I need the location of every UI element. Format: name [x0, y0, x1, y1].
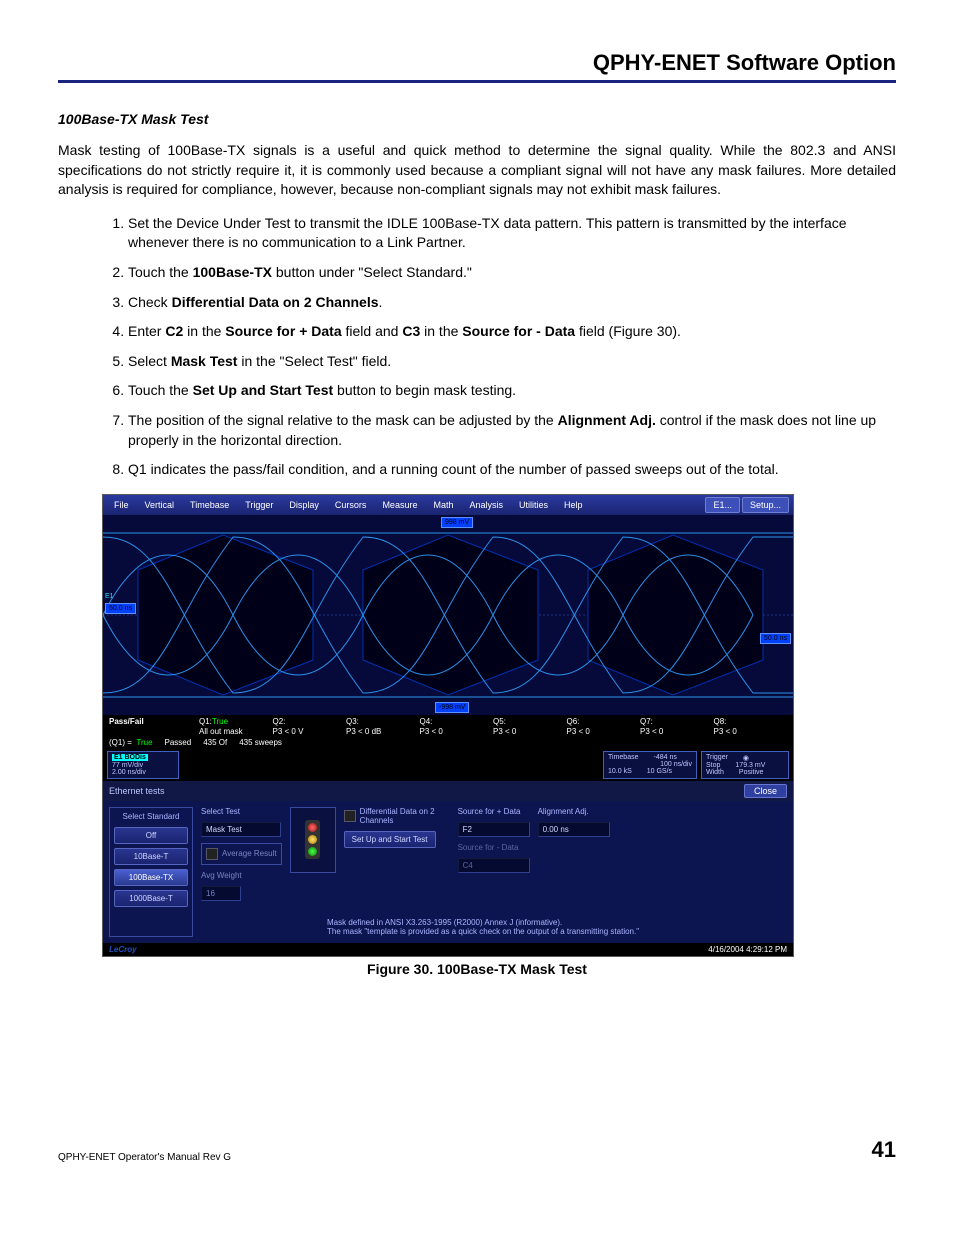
panel-title: Ethernet tests	[109, 786, 165, 796]
standard-off-button[interactable]: Off	[114, 827, 188, 844]
traffic-yellow-icon	[308, 835, 317, 844]
step-1: Set the Device Under Test to transmit th…	[128, 214, 896, 253]
menu-measure[interactable]: Measure	[375, 498, 424, 512]
avg-weight-label: Avg Weight	[201, 871, 282, 880]
scope-menubar: File Vertical Timebase Trigger Display C…	[103, 495, 793, 515]
menu-timebase[interactable]: Timebase	[183, 498, 236, 512]
avg-weight-field[interactable]: 16	[201, 886, 241, 901]
select-test-column: Select Test Mask Test Average Result Avg…	[201, 807, 282, 937]
select-standard-label: Select Standard	[114, 812, 188, 821]
diff-data-label: Differential Data on 2 Channels	[360, 807, 450, 825]
passfail-grid: Pass/Fail Q1:True Q2: Q3: Q4: Q5: Q6: Q7…	[103, 715, 793, 738]
traffic-light	[290, 807, 336, 873]
q1-summary-row: (Q1) = True Passed 435 Of 435 sweeps	[103, 738, 793, 749]
page-number: 41	[872, 1137, 896, 1163]
ethernet-panel-header: Ethernet tests Close	[103, 781, 793, 801]
checkbox-icon	[206, 848, 218, 860]
source-plus-field[interactable]: F2	[458, 822, 530, 837]
select-test-field[interactable]: Mask Test	[201, 822, 281, 837]
intro-paragraph: Mask testing of 100Base-TX signals is a …	[58, 141, 896, 200]
figure-30: File Vertical Timebase Trigger Display C…	[102, 494, 896, 977]
ethernet-panel-body: Select Standard Off 10Base-T 100Base-TX …	[103, 801, 793, 943]
right-time-label: 50.0 ns	[760, 633, 791, 644]
trigger-box[interactable]: Trigger◉ Stop179.3 mV WidthPositive	[701, 751, 789, 779]
q1-true: True	[212, 717, 228, 726]
diff-data-checkbox[interactable]	[344, 810, 356, 822]
select-test-label: Select Test	[201, 807, 282, 816]
bottom-voltage-label: -998 mV	[435, 702, 469, 713]
section-title: 100Base-TX Mask Test	[58, 111, 896, 127]
source-minus-label: Source for - Data	[458, 843, 530, 852]
step-5: Select Mask Test in the "Select Test" fi…	[128, 352, 896, 372]
setup-button[interactable]: Setup...	[742, 497, 789, 513]
scope-timestamp: 4/16/2004 4:29:12 PM	[708, 945, 787, 954]
menu-math[interactable]: Math	[426, 498, 460, 512]
step-3: Check Differential Data on 2 Channels.	[128, 293, 896, 313]
channel-box[interactable]: E1 BODis 77 mV/div 2.00 ns/div	[107, 751, 179, 779]
scope-footer: LeCroy 4/16/2004 4:29:12 PM	[103, 943, 793, 956]
average-result-checkbox[interactable]: Average Result	[201, 843, 282, 865]
select-standard-group: Select Standard Off 10Base-T 100Base-TX …	[109, 807, 193, 937]
figure-caption: Figure 30. 100Base-TX Mask Test	[58, 961, 896, 977]
alignment-adj-label: Alignment Adj.	[538, 807, 610, 816]
left-time-label: 50.0 ns	[105, 603, 136, 614]
traffic-red-icon	[308, 823, 317, 832]
setup-start-button[interactable]: Set Up and Start Test	[344, 831, 436, 848]
standard-100base-button[interactable]: 100Base-TX	[114, 869, 188, 886]
manual-revision: QPHY-ENET Operator's Manual Rev G	[58, 1152, 231, 1163]
mask-footnote: Mask defined in ANSI X3.263-1995 (R2000)…	[327, 918, 639, 937]
source-minus-field: C4	[458, 858, 530, 873]
menu-display[interactable]: Display	[282, 498, 326, 512]
top-voltage-label: 998 mV	[441, 517, 473, 528]
e1-button[interactable]: E1...	[705, 497, 740, 513]
alignment-adj-field[interactable]: 0.00 ns	[538, 822, 610, 837]
standard-1000base-button[interactable]: 1000Base-T	[114, 890, 188, 907]
step-6: Touch the Set Up and Start Test button t…	[128, 381, 896, 401]
menu-help[interactable]: Help	[557, 498, 590, 512]
step-2: Touch the 100Base-TX button under "Selec…	[128, 263, 896, 283]
trace-e1-label: E1	[105, 593, 114, 600]
step-7: The position of the signal relative to t…	[128, 411, 896, 450]
eye-diagram-svg	[103, 515, 793, 715]
oscilloscope-screenshot: File Vertical Timebase Trigger Display C…	[102, 494, 794, 957]
menu-file[interactable]: File	[107, 498, 136, 512]
page-footer: QPHY-ENET Operator's Manual Rev G 41	[58, 1137, 896, 1163]
source-plus-label: Source for + Data	[458, 807, 530, 816]
menu-utilities[interactable]: Utilities	[512, 498, 555, 512]
page-header: QPHY-ENET Software Option	[58, 50, 896, 83]
menu-analysis[interactable]: Analysis	[462, 498, 510, 512]
standard-10base-button[interactable]: 10Base-T	[114, 848, 188, 865]
close-button[interactable]: Close	[744, 784, 787, 798]
waveform-display[interactable]: 998 mV 50.0 ns 50.0 ns -998 mV E1	[103, 515, 793, 715]
timebase-box[interactable]: Timebase-484 ns 100 ns/div 10.0 kS10 GS/…	[603, 751, 697, 779]
step-4: Enter C2 in the Source for + Data field …	[128, 322, 896, 342]
status-strip: E1 BODis 77 mV/div 2.00 ns/div Timebase-…	[103, 749, 793, 781]
header-title: QPHY-ENET Software Option	[593, 50, 896, 75]
passfail-title: Pass/Fail	[109, 717, 199, 726]
menu-trigger[interactable]: Trigger	[238, 498, 280, 512]
menu-vertical[interactable]: Vertical	[138, 498, 182, 512]
menu-cursors[interactable]: Cursors	[328, 498, 374, 512]
traffic-green-icon	[308, 847, 317, 856]
step-8: Q1 indicates the pass/fail condition, an…	[128, 460, 896, 480]
brand-logo: LeCroy	[109, 945, 137, 954]
steps-list: Set the Device Under Test to transmit th…	[58, 214, 896, 480]
channel-header: E1 BODis	[112, 754, 148, 761]
